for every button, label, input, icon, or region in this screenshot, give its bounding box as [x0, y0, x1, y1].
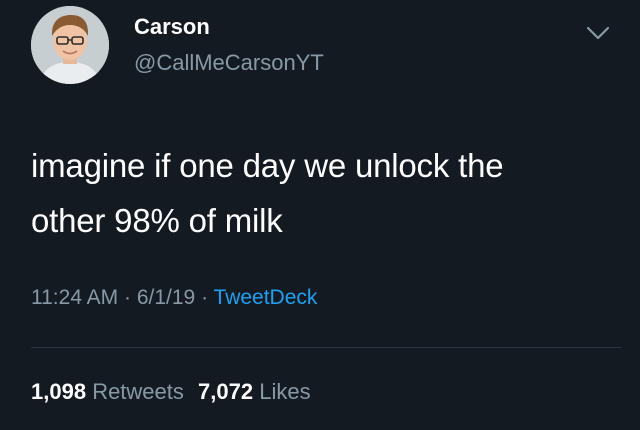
likes-stat[interactable]: 7,072 Likes — [198, 379, 311, 404]
tweet-text-line: other 98% of milk — [31, 202, 283, 239]
tweet-date[interactable]: 6/1/19 — [137, 286, 195, 309]
tweet-stats: 1,098 Retweets 7,072 Likes — [31, 379, 311, 405]
tweet-meta: 11:24 AM · 6/1/19 · TweetDeck — [31, 286, 317, 310]
display-name[interactable]: Carson — [134, 14, 210, 40]
likes-count: 7,072 — [198, 379, 254, 404]
avatar[interactable] — [31, 6, 109, 84]
tweet-text-line: imagine if one day we unlock the — [31, 147, 504, 184]
tweet-card: Carson @CallMeCarsonYT imagine if one da… — [0, 0, 640, 430]
meta-separator: · — [118, 286, 137, 309]
retweets-stat[interactable]: 1,098 Retweets — [31, 379, 190, 404]
divider — [31, 347, 621, 348]
tweet-text: imagine if one day we unlock the other 9… — [31, 138, 611, 248]
avatar-photo — [31, 6, 109, 84]
meta-separator: · — [195, 286, 214, 309]
chevron-down-icon[interactable] — [585, 24, 611, 42]
likes-label: Likes — [259, 379, 311, 404]
retweets-count: 1,098 — [31, 379, 87, 404]
tweet-source-link[interactable]: TweetDeck — [214, 286, 318, 309]
tweet-time[interactable]: 11:24 AM — [31, 286, 118, 309]
user-handle[interactable]: @CallMeCarsonYT — [134, 50, 324, 76]
retweets-label: Retweets — [92, 379, 184, 404]
